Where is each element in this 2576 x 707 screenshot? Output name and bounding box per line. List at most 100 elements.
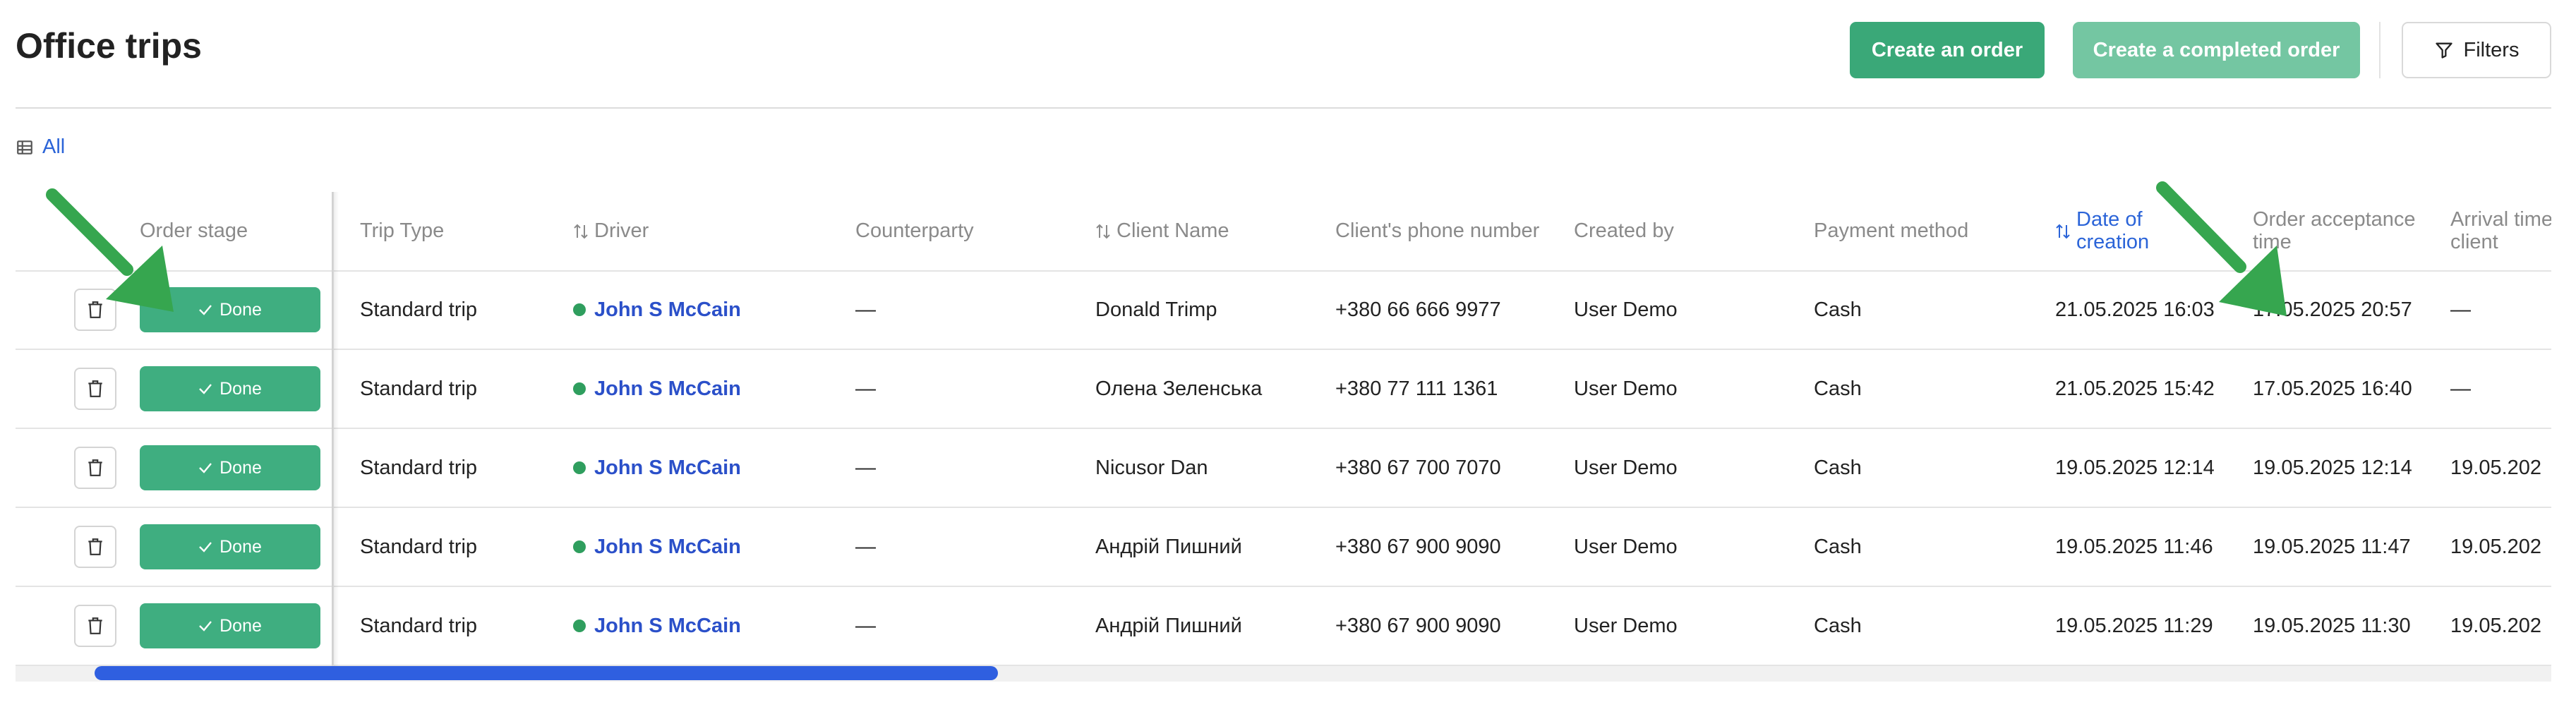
counterparty-cell: —	[855, 298, 876, 321]
order-stage-label: Done	[219, 378, 262, 399]
check-icon	[199, 542, 212, 552]
payment-method-cell: Cash	[1814, 456, 1862, 479]
driver-link[interactable]: John S McCain	[573, 271, 741, 349]
order-stage-badge[interactable]: Done	[140, 366, 320, 411]
filter-icon	[2435, 42, 2452, 59]
table-view-icon	[17, 140, 32, 155]
trash-icon	[88, 538, 102, 555]
driver-link[interactable]: John S McCain	[573, 587, 741, 665]
order-stage-label: Done	[219, 536, 262, 557]
status-dot-icon	[573, 620, 586, 632]
counterparty-cell: —	[855, 377, 876, 400]
horizontal-scrollbar-thumb[interactable]	[95, 666, 998, 680]
order-stage-badge[interactable]: Done	[140, 287, 320, 332]
column-header-payment-method[interactable]: Payment method	[1814, 192, 1968, 271]
payment-method-cell: Cash	[1814, 614, 1862, 637]
order-stage-label: Done	[219, 615, 262, 636]
date-of-creation-cell: 21.05.2025 15:42	[2055, 377, 2215, 400]
trip-type-cell: Standard trip	[360, 535, 478, 558]
client-name-cell: Donald Trimp	[1095, 298, 1217, 321]
order-acceptance-cell: 19.05.2025 12:14	[2253, 456, 2412, 479]
created-by-cell: User Demo	[1574, 298, 1678, 321]
check-icon	[199, 305, 212, 315]
driver-link[interactable]: John S McCain	[573, 350, 741, 428]
view-tab-all[interactable]: All	[16, 135, 65, 159]
status-dot-icon	[573, 540, 586, 553]
filters-label: Filters	[2463, 38, 2520, 61]
table-row[interactable]: Done Standard trip John S McCain — Андрі…	[16, 587, 2551, 666]
column-header-client-name[interactable]: Client Name	[1095, 192, 1229, 271]
created-by-cell: User Demo	[1574, 614, 1678, 637]
toolbar-divider	[2379, 22, 2381, 78]
order-stage-label: Done	[219, 299, 262, 320]
table-row[interactable]: Done Standard trip John S McCain — Олена…	[16, 350, 2551, 429]
payment-method-cell: Cash	[1814, 535, 1862, 558]
order-acceptance-cell: 17.05.2025 16:40	[2253, 377, 2412, 400]
arrival-time-cell: —	[2450, 298, 2471, 321]
view-tab-label: All	[42, 135, 66, 158]
table-row[interactable]: Done Standard trip John S McCain — Андрі…	[16, 508, 2551, 587]
delete-button[interactable]	[74, 447, 116, 489]
client-name-cell: Андрій Пишний	[1095, 535, 1242, 558]
counterparty-cell: —	[855, 456, 876, 479]
counterparty-cell: —	[855, 535, 876, 558]
created-by-cell: User Demo	[1574, 535, 1678, 558]
driver-link[interactable]: John S McCain	[573, 508, 741, 586]
phone-cell: +380 77 111 1361	[1335, 377, 1498, 400]
check-icon	[199, 621, 212, 632]
status-dot-icon	[573, 382, 586, 395]
table-header: Order stage Trip Type Driver Counterpart…	[16, 192, 2551, 272]
created-by-cell: User Demo	[1574, 377, 1678, 400]
check-icon	[199, 463, 212, 473]
date-of-creation-cell: 19.05.2025 11:29	[2055, 614, 2213, 637]
sort-icon[interactable]	[573, 222, 589, 241]
phone-cell: +380 67 900 9090	[1335, 535, 1501, 558]
filters-button[interactable]: Filters	[2402, 22, 2551, 78]
column-header-order-acceptance-time[interactable]: Order acceptance time	[2253, 192, 2416, 271]
order-acceptance-cell: 17.05.2025 20:57	[2253, 298, 2412, 321]
sort-icon[interactable]	[1095, 222, 1111, 241]
table-row[interactable]: Done Standard trip John S McCain — Nicus…	[16, 429, 2551, 508]
delete-button[interactable]	[74, 526, 116, 568]
date-of-creation-cell: 19.05.2025 12:14	[2055, 456, 2215, 479]
order-stage-badge[interactable]: Done	[140, 603, 320, 648]
trip-type-cell: Standard trip	[360, 456, 478, 479]
client-name-cell: Nicusor Dan	[1095, 456, 1208, 479]
counterparty-cell: —	[855, 614, 876, 637]
column-header-phone[interactable]: Client's phone number	[1335, 192, 1539, 271]
create-order-button[interactable]: Create an order	[1850, 22, 2045, 78]
order-stage-badge[interactable]: Done	[140, 445, 320, 490]
driver-link[interactable]: John S McCain	[573, 429, 741, 507]
phone-cell: +380 67 700 7070	[1335, 456, 1501, 479]
order-acceptance-cell: 19.05.2025 11:47	[2253, 535, 2411, 558]
column-header-counterparty[interactable]: Counterparty	[855, 192, 974, 271]
client-name-cell: Андрій Пишний	[1095, 614, 1242, 637]
delete-button[interactable]	[74, 289, 116, 331]
created-by-cell: User Demo	[1574, 456, 1678, 479]
order-acceptance-cell: 19.05.2025 11:30	[2253, 614, 2411, 637]
page-title: Office trips	[16, 26, 202, 66]
trip-type-cell: Standard trip	[360, 614, 478, 637]
column-header-arrival-time[interactable]: Arrival time client	[2450, 192, 2551, 271]
arrival-time-cell: —	[2450, 377, 2471, 400]
payment-method-cell: Cash	[1814, 298, 1862, 321]
column-header-trip-type[interactable]: Trip Type	[360, 192, 444, 271]
sort-icon[interactable]	[2055, 222, 2071, 241]
column-header-created-by[interactable]: Created by	[1574, 192, 1674, 271]
phone-cell: +380 67 900 9090	[1335, 614, 1501, 637]
delete-button[interactable]	[74, 368, 116, 410]
column-header-date-of-creation[interactable]: Date of creation	[2055, 192, 2149, 271]
trip-type-cell: Standard trip	[360, 298, 478, 321]
column-header-order-stage[interactable]: Order stage	[140, 192, 248, 271]
delete-button[interactable]	[74, 605, 116, 647]
create-completed-order-button[interactable]: Create a completed order	[2073, 22, 2360, 78]
trash-icon	[88, 380, 102, 397]
trips-table: Order stage Trip Type Driver Counterpart…	[16, 192, 2551, 666]
client-name-cell: Олена Зеленська	[1095, 377, 1263, 400]
table-row[interactable]: Done Standard trip John S McCain — Donal…	[16, 271, 2551, 350]
order-stage-label: Done	[219, 457, 262, 478]
trash-icon	[88, 459, 102, 476]
order-stage-badge[interactable]: Done	[140, 524, 320, 569]
status-dot-icon	[573, 303, 586, 316]
column-header-driver[interactable]: Driver	[573, 192, 649, 271]
